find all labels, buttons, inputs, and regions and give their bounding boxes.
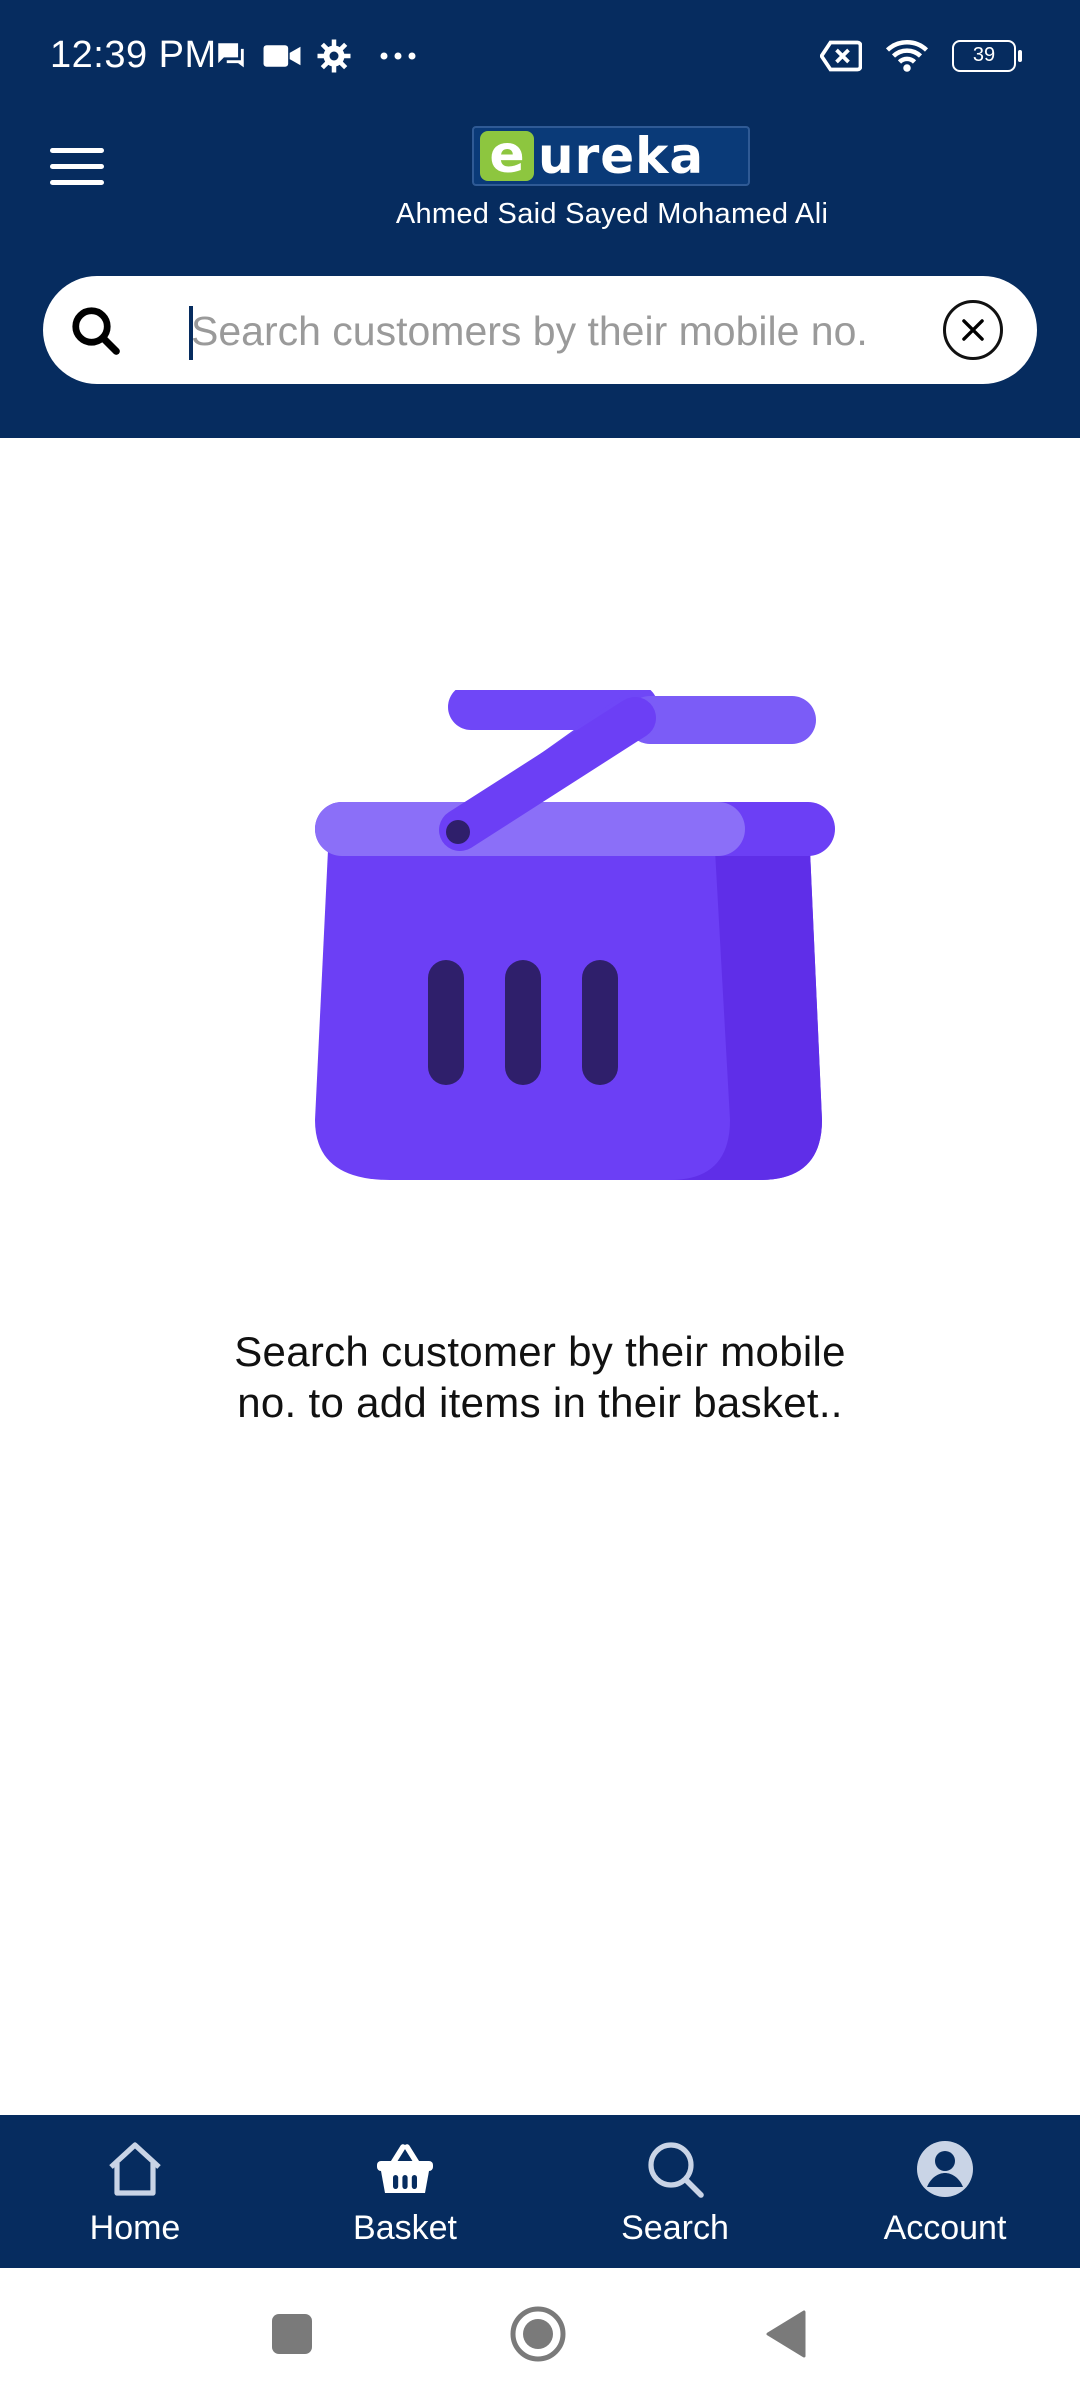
basket-icon	[377, 2144, 433, 2193]
search-icon	[648, 2142, 704, 2198]
home-icon	[109, 2142, 161, 2196]
search-bar[interactable]	[43, 276, 1037, 384]
status-icons-left	[214, 36, 420, 76]
home-circle-icon[interactable]	[508, 2304, 568, 2364]
close-circle-icon[interactable]	[943, 300, 1003, 360]
settings-icon	[317, 39, 351, 73]
empty-state-message: Search customer by their mobile no. to a…	[234, 1328, 846, 1426]
status-bar: 12:39 PM 39	[0, 0, 1080, 110]
nav-basket-label: Basket	[353, 2209, 457, 2247]
hamburger-menu-icon[interactable]	[50, 148, 104, 188]
recents-square-icon[interactable]	[262, 2304, 322, 2364]
battery-icon: 39	[952, 40, 1022, 72]
nav-home-label: Home	[89, 2209, 181, 2247]
status-time: 12:39 PM	[50, 34, 217, 76]
nav-account[interactable]: Account	[810, 2115, 1080, 2268]
sim-off-icon	[820, 40, 862, 72]
chat-icon	[218, 43, 244, 68]
system-navigation-bar	[0, 2268, 1080, 2400]
more-dots-icon	[380, 52, 416, 60]
eureka-logo: e ureka	[472, 126, 750, 186]
account-icon	[917, 2141, 973, 2197]
nav-home[interactable]: Home	[0, 2115, 270, 2268]
status-icons-right: 39	[820, 36, 1022, 76]
search-input[interactable]	[191, 296, 961, 366]
bottom-navigation: Home Basket Search Account	[0, 2115, 1080, 2268]
logo-e: e	[480, 129, 534, 181]
nav-search[interactable]: Search	[540, 2115, 810, 2268]
basket-illustration	[315, 690, 835, 1180]
nav-basket[interactable]: Basket	[270, 2115, 540, 2268]
search-icon[interactable]	[69, 304, 123, 358]
nav-search-label: Search	[621, 2209, 729, 2247]
app-header: 12:39 PM 39 e ureka Ahmed Said Sayed Moh…	[0, 0, 1080, 438]
wifi-icon	[885, 40, 929, 72]
logo-text: ureka	[538, 127, 705, 185]
back-triangle-icon[interactable]	[756, 2304, 816, 2364]
video-camera-icon	[263, 45, 301, 67]
battery-level: 39	[972, 44, 996, 66]
user-name: Ahmed Said Sayed Mohamed Ali	[395, 198, 829, 230]
nav-account-label: Account	[883, 2209, 1007, 2247]
